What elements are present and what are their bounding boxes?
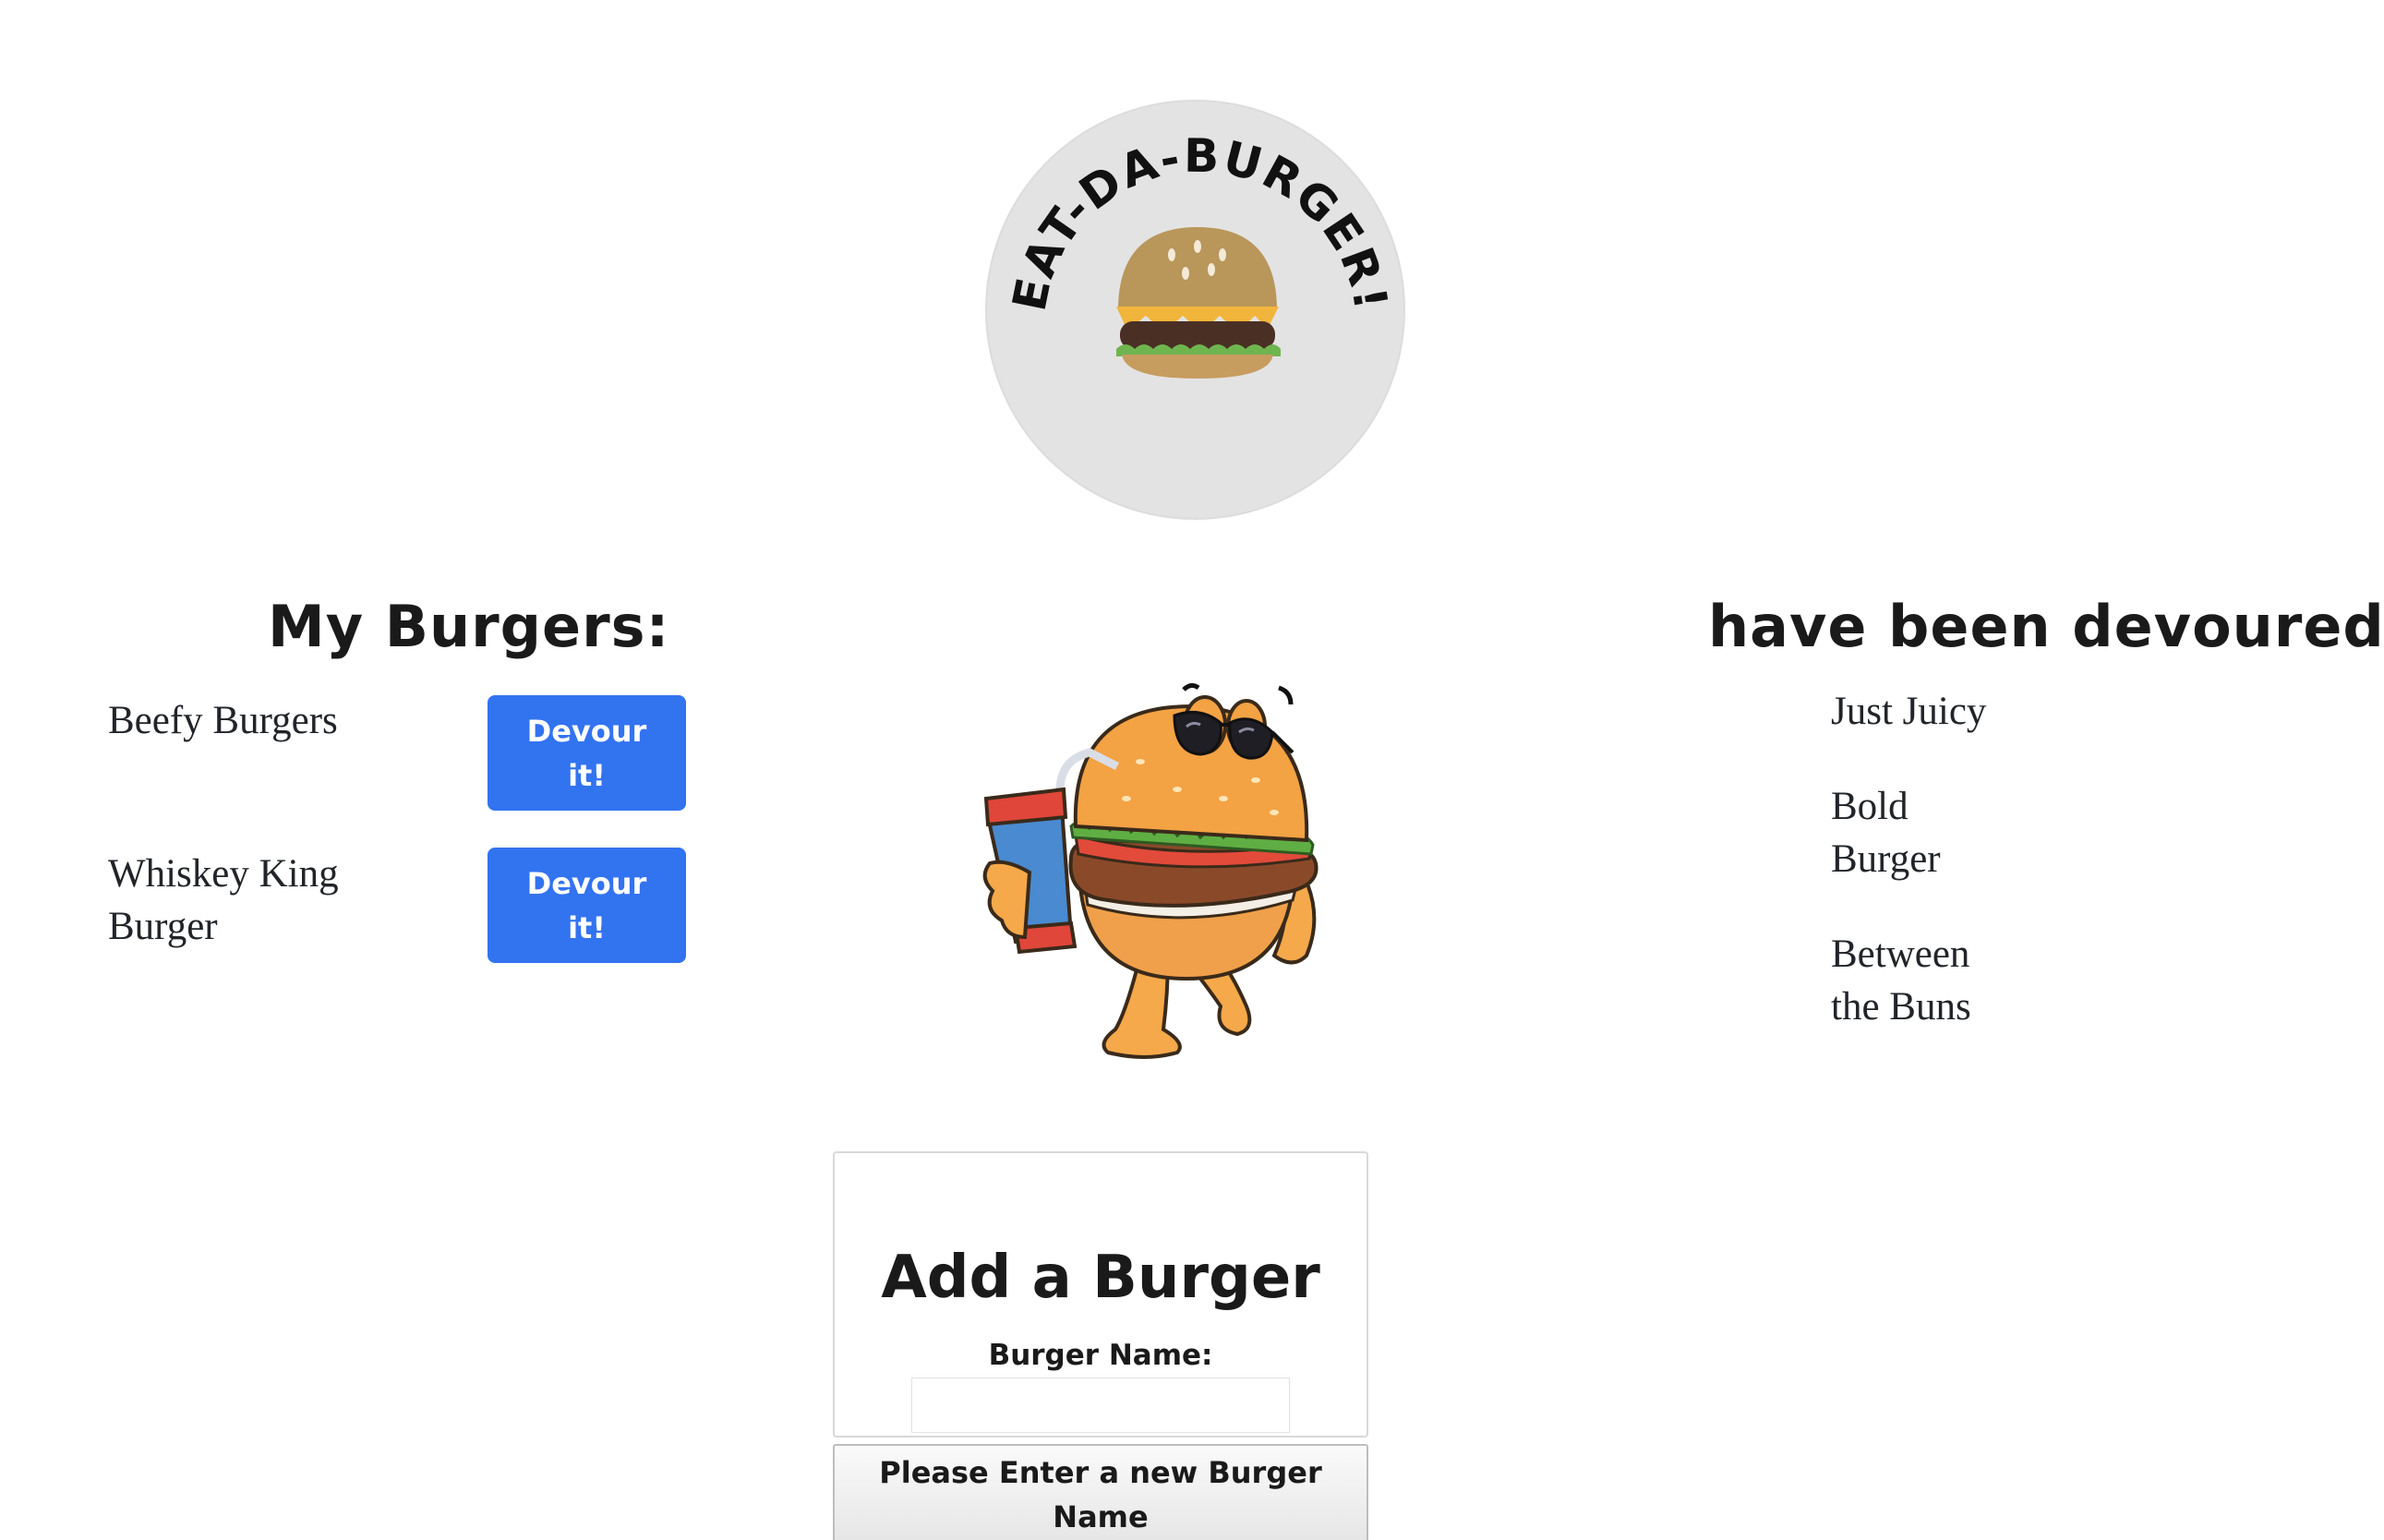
burger-name: Whiskey King Burger [108, 852, 339, 948]
add-burger-heading: Add a Burger [881, 1244, 1320, 1312]
burger-name: Beefy Burgers [108, 699, 338, 742]
burger-mascot-illustration [979, 679, 1367, 1066]
site-logo: EAT-DA-BURGER! [985, 100, 1405, 520]
devour-button[interactable]: Devour it! [488, 695, 686, 811]
devoured-burger-name: Between the Buns [1831, 932, 1971, 1029]
burger-icon [1116, 227, 1281, 379]
devoured-heading: have been devoured: [1708, 593, 2384, 660]
logo-graphic: EAT-DA-BURGER! [1003, 129, 1396, 379]
my-burgers-heading: My Burgers: [268, 593, 670, 660]
burger-name-input[interactable] [911, 1378, 1290, 1433]
devoured-burger-name: Bold Burger [1831, 785, 1941, 881]
submit-burger-button[interactable]: Please Enter a new Burger Name [833, 1444, 1368, 1540]
devoured-burger-name: Just Juicy [1831, 690, 1987, 733]
burger-name-label: Burger Name: [988, 1339, 1213, 1372]
devour-button[interactable]: Devour it! [488, 848, 686, 963]
